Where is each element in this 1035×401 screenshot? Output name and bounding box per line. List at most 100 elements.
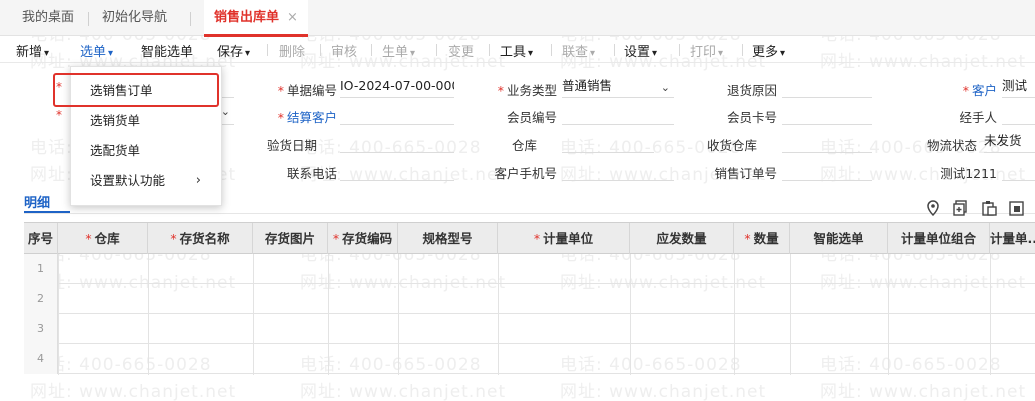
grid-header: 序号 * 仓库 * 存货名称 存货图片 * 存货编码 规格型号 * 计量单位 应发数量 … bbox=[24, 223, 1035, 254]
change-button[interactable]: 变更 bbox=[448, 41, 474, 60]
phone-field[interactable] bbox=[340, 159, 454, 181]
chevron-down-icon: ▾ bbox=[590, 48, 596, 59]
return-reason-label: 退货原因 bbox=[726, 83, 777, 98]
more-button[interactable]: 更多 ▾ bbox=[752, 41, 785, 60]
doc-number-field[interactable]: IO-2024-07-00-0001 bbox=[340, 76, 454, 98]
handler-field[interactable] bbox=[1002, 103, 1035, 125]
phone-label: 联系电话 bbox=[286, 166, 337, 181]
print-button[interactable]: 打印 ▾ bbox=[690, 41, 723, 60]
chevron-down-icon: ▾ bbox=[652, 48, 658, 59]
select-doc-button[interactable]: 选单 ▾ bbox=[80, 41, 113, 60]
column-header: 存货图片 bbox=[253, 223, 328, 254]
customer-mobile-field[interactable] bbox=[562, 159, 674, 181]
chevron-down-icon: ▾ bbox=[108, 48, 114, 59]
menu-item-select-delivery-note[interactable]: 选销货单 bbox=[71, 107, 221, 135]
member-card-field[interactable] bbox=[782, 103, 872, 125]
audit-button[interactable]: 审核 bbox=[331, 41, 357, 60]
generate-doc-button[interactable]: 生单 ▾ bbox=[382, 41, 415, 60]
inspection-date-field[interactable] bbox=[340, 131, 454, 153]
column-header: * 仓库 bbox=[58, 223, 148, 254]
more-label: 更多 bbox=[752, 45, 779, 60]
watermark-site: 网址: www.chanjet.net bbox=[30, 382, 237, 401]
add-row-icon[interactable] bbox=[952, 200, 970, 218]
tab-detail[interactable]: 明细 bbox=[24, 192, 50, 211]
test-field[interactable] bbox=[1002, 159, 1035, 181]
toolbar-divider bbox=[679, 44, 680, 56]
business-type-select[interactable]: 普通销售 ⌄ bbox=[562, 76, 674, 98]
tab-my-desktop[interactable]: 我的桌面 bbox=[22, 0, 74, 36]
highlight-box bbox=[53, 73, 219, 107]
column-header: 计量单... bbox=[990, 231, 1035, 246]
column-header: 应发数量 bbox=[630, 223, 734, 254]
tab-bar: 我的桌面 初始化导航 销售出库单 × bbox=[0, 0, 1035, 37]
tab-init-guide[interactable]: 初始化导航 bbox=[102, 0, 167, 36]
settle-customer-label: * 结算客户 bbox=[277, 110, 337, 125]
menu-item-label: 设置默认功能 bbox=[90, 173, 166, 188]
tab-label: 我的桌面 bbox=[22, 10, 75, 25]
column-header: * 存货编码 bbox=[328, 223, 398, 254]
settle-customer-field[interactable] bbox=[340, 103, 454, 125]
return-reason-field[interactable] bbox=[782, 76, 872, 98]
column-header: * 存货名称 bbox=[148, 223, 253, 254]
query-button[interactable]: 联查 ▾ bbox=[562, 41, 595, 60]
watermark-site: 网址: www.chanjet.net bbox=[820, 382, 1027, 401]
save-button[interactable]: 保存 ▾ bbox=[217, 41, 250, 60]
table-row[interactable]: 1 bbox=[24, 254, 1035, 284]
doc-number-label: * 单据编号 bbox=[277, 83, 337, 98]
toolbar-divider bbox=[267, 44, 268, 56]
test-label: 测试1211 bbox=[940, 166, 997, 181]
menu-item-select-picking-note[interactable]: 选配货单 bbox=[71, 137, 221, 165]
tools-button[interactable]: 工具 ▾ bbox=[500, 41, 533, 60]
receiving-warehouse-field[interactable] bbox=[782, 131, 872, 153]
menu-item-default-function[interactable]: 设置默认功能 › bbox=[71, 167, 221, 195]
close-icon[interactable]: × bbox=[287, 10, 298, 25]
chevron-down-icon: ▾ bbox=[245, 48, 251, 59]
save-label: 保存 bbox=[217, 45, 244, 60]
chevron-right-icon: › bbox=[195, 173, 201, 188]
query-label: 联查 bbox=[562, 45, 589, 60]
smart-select-button[interactable]: 智能选单 bbox=[141, 41, 193, 60]
row-number: 2 bbox=[24, 284, 58, 314]
toolbar-divider bbox=[614, 44, 615, 56]
export-icon[interactable] bbox=[1008, 200, 1026, 218]
table-row[interactable]: 3 bbox=[24, 314, 1035, 344]
generate-doc-label: 生单 bbox=[382, 45, 409, 60]
member-number-field[interactable] bbox=[562, 103, 674, 125]
customer-field[interactable]: 测试 bbox=[1002, 76, 1035, 98]
inspection-date-label: 验货日期 bbox=[266, 138, 317, 153]
chevron-down-icon: ⌄ bbox=[220, 105, 230, 118]
required-mark: * bbox=[56, 108, 62, 122]
detail-grid: 序号 * 仓库 * 存货名称 存货图片 * 存货编码 规格型号 * 计量单位 应发数量 … bbox=[24, 222, 1035, 375]
column-header: 规格型号 bbox=[398, 223, 498, 254]
tab-label: 初始化导航 bbox=[102, 10, 168, 25]
table-row[interactable]: 4 bbox=[24, 344, 1035, 374]
toolbar: 新增 ▾ 选单 ▾ 智能选单 保存 ▾ 删除 审核 生单 ▾ 变更 工具 ▾ 联查 ▾ 设置… bbox=[0, 36, 1035, 63]
new-button[interactable]: 新增 ▾ bbox=[16, 41, 49, 60]
delete-button[interactable]: 删除 bbox=[279, 41, 305, 60]
chevron-down-icon: ▾ bbox=[410, 48, 416, 59]
select-doc-label: 选单 bbox=[80, 45, 107, 60]
handler-label: 经手人 bbox=[959, 110, 997, 125]
tab-divider bbox=[88, 12, 89, 26]
chevron-down-icon: ▾ bbox=[780, 48, 786, 59]
chevron-down-icon: ▾ bbox=[718, 48, 724, 59]
settings-button[interactable]: 设置 ▾ bbox=[624, 41, 657, 60]
tab-sales-outbound[interactable]: 销售出库单 × bbox=[204, 0, 308, 37]
column-header: 智能选单 bbox=[790, 223, 888, 254]
toolbar-divider bbox=[371, 44, 372, 56]
location-icon[interactable] bbox=[924, 200, 942, 218]
tab-divider bbox=[190, 12, 191, 26]
column-header: 序号 bbox=[24, 223, 58, 254]
paste-icon[interactable] bbox=[980, 200, 998, 218]
toolbar-divider bbox=[489, 44, 490, 56]
member-number-label: 会员编号 bbox=[506, 110, 557, 125]
table-row[interactable]: 2 bbox=[24, 284, 1035, 314]
toolbar-divider bbox=[551, 44, 552, 56]
app-root: 电话: 400-665-0028 电话: 400-665-0028 电话: 40… bbox=[0, 0, 1035, 401]
warehouse-field[interactable] bbox=[562, 131, 654, 153]
logistics-status-field[interactable]: 未发货 bbox=[984, 131, 1035, 153]
row-number: 4 bbox=[24, 344, 58, 374]
sales-order-field[interactable] bbox=[782, 159, 872, 181]
sales-order-label: 销售订单号 bbox=[714, 166, 777, 181]
member-card-label: 会员卡号 bbox=[726, 110, 777, 125]
